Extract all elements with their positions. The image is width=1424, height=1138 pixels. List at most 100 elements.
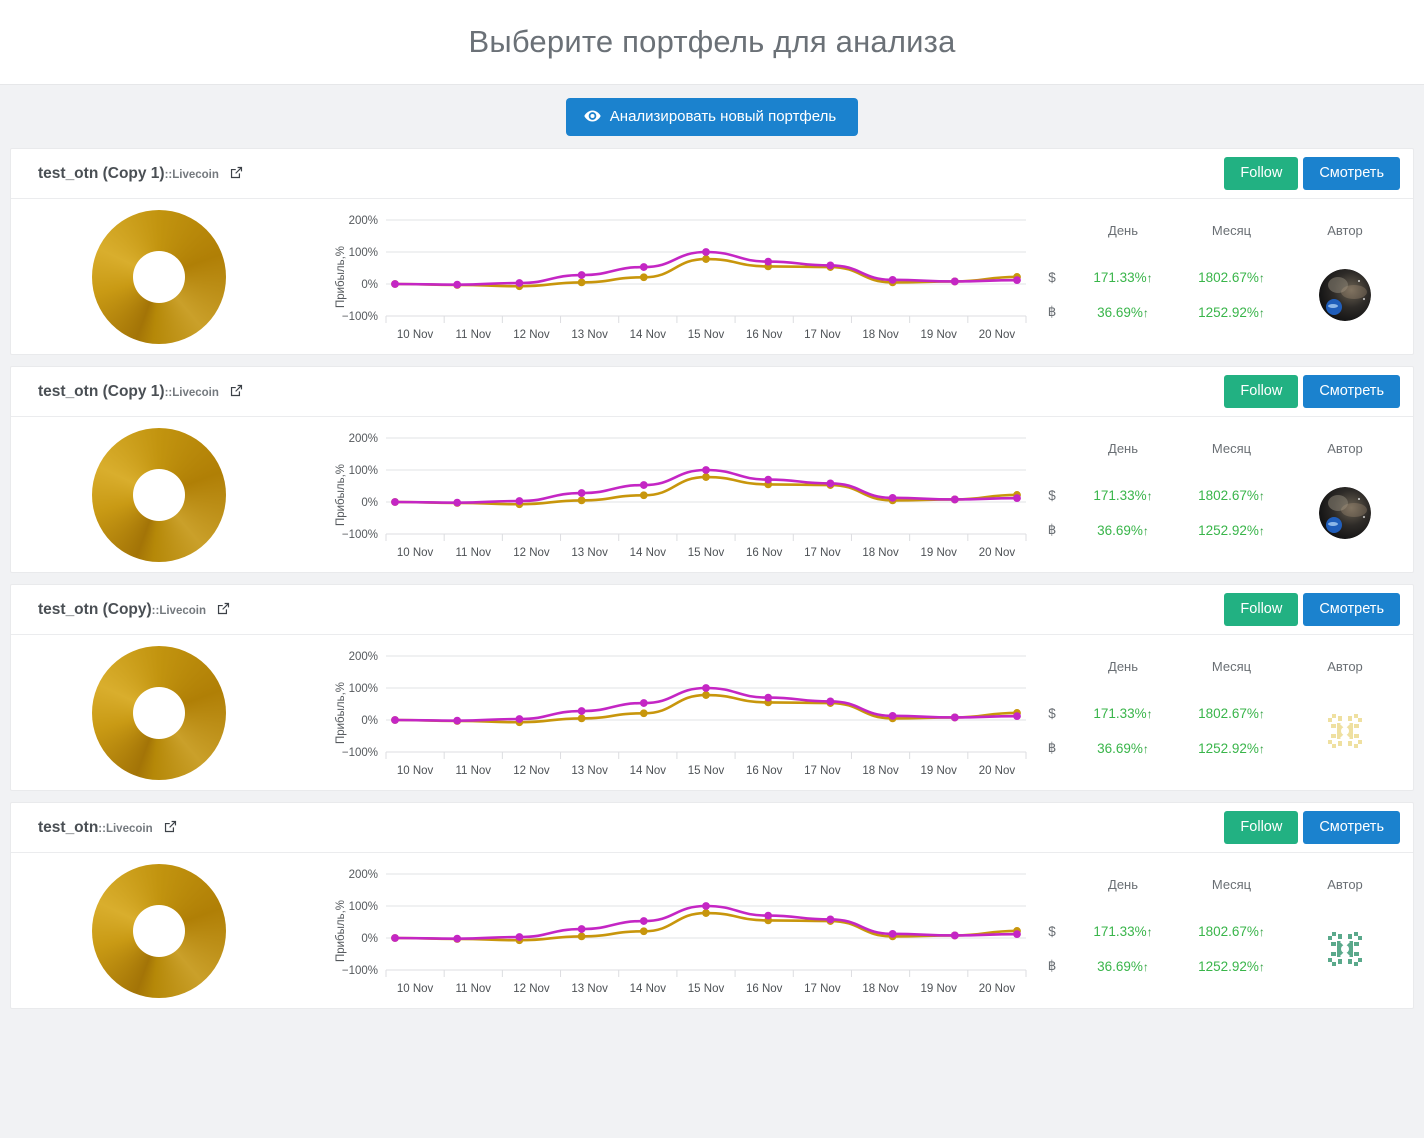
- portfolio-title: test_otn (Copy 1) ::Livecoin: [38, 165, 243, 183]
- profit-line-chart[interactable]: Прибыль,% 200% 100% 0% −100% 10 Nov 11 Nov 12 …: [306, 648, 1027, 778]
- btc-month-arrow-up-icon: ↑: [1258, 959, 1265, 974]
- svg-text:14 Nov: 14 Nov: [630, 329, 667, 341]
- watch-button[interactable]: Смотреть: [1303, 810, 1400, 845]
- card-actions: Follow Смотреть: [1224, 810, 1400, 845]
- stats-header-blank: [1032, 223, 1072, 260]
- stats-row-usd: $ 171.33%↑ 1802.67%↑: [1032, 260, 1401, 321]
- svg-text:12 Nov: 12 Nov: [513, 329, 550, 341]
- portfolio-name: test_otn (Copy): [38, 600, 152, 618]
- btc-month-change: 1252.92%↑: [1174, 512, 1289, 548]
- btc-month-value: 1252.92%: [1198, 304, 1259, 320]
- currency-usd-symbol: $: [1048, 269, 1056, 285]
- svg-text:18 Nov: 18 Nov: [862, 329, 899, 341]
- btc-day-arrow-up-icon: ↑: [1142, 741, 1149, 756]
- svg-text:11 Nov: 11 Nov: [455, 329, 491, 341]
- profit-line-chart[interactable]: Прибыль,% 200% 100% 0% −100% 10 Nov 11 Nov 12 …: [306, 430, 1027, 560]
- svg-text:19 Nov: 19 Nov: [921, 547, 958, 559]
- stats-header-row: День Месяц Автор: [1032, 877, 1401, 914]
- stats-header-month: Месяц: [1211, 877, 1252, 892]
- watch-button[interactable]: Смотреть: [1303, 592, 1400, 627]
- stats-header-month: Месяц: [1211, 659, 1252, 674]
- usd-month-arrow-up-icon: ↑: [1258, 270, 1265, 285]
- analyze-new-portfolio-button[interactable]: Анализировать новый портфель: [565, 97, 859, 136]
- portfolio-card: test_otn (Copy 1) ::Livecoin Follow Смот…: [10, 366, 1414, 573]
- profit-line-chart[interactable]: Прибыль,% 200% 100% 0% −100% 10 Nov 11 Nov 12 …: [306, 212, 1027, 342]
- follow-button[interactable]: Follow: [1224, 592, 1299, 627]
- portfolio-title: test_otn ::Livecoin: [38, 819, 177, 837]
- stats-header-row: День Месяц Автор: [1032, 223, 1401, 260]
- external-link-icon[interactable]: [230, 166, 243, 179]
- stats-row-usd: $ 171.33%↑ 1802.67%↑: [1032, 478, 1401, 539]
- watch-button[interactable]: Смотреть: [1303, 156, 1400, 191]
- svg-text:100%: 100%: [349, 683, 378, 695]
- svg-text:15 Nov: 15 Nov: [688, 329, 725, 341]
- svg-text:12 Nov: 12 Nov: [513, 547, 550, 559]
- currency-usd-symbol: $: [1048, 487, 1056, 503]
- svg-text:0%: 0%: [361, 279, 378, 291]
- card-header: test_otn (Copy) ::Livecoin Follow Смотре…: [11, 585, 1413, 635]
- btc-month-change: 1252.92%↑: [1174, 730, 1289, 766]
- author-cell: [1289, 260, 1401, 330]
- stats-header-blank: [1032, 441, 1072, 478]
- external-link-icon[interactable]: [217, 602, 230, 615]
- btc-month-arrow-up-icon: ↑: [1258, 305, 1265, 320]
- usd-month-arrow-up-icon: ↑: [1258, 706, 1265, 721]
- svg-text:10 Nov: 10 Nov: [397, 983, 434, 995]
- svg-text:17 Nov: 17 Nov: [804, 329, 841, 341]
- avatar[interactable]: [1319, 923, 1371, 975]
- external-link-icon[interactable]: [230, 384, 243, 397]
- svg-text:−100%: −100%: [342, 965, 378, 977]
- stats-table: День Месяц Автор $ 171.33%↑ 1802.67%↑ ฿ …: [1026, 659, 1401, 766]
- btc-day-change: 36.69%↑: [1072, 512, 1174, 548]
- portfolio-exchange: ::Livecoin: [164, 386, 219, 399]
- svg-text:15 Nov: 15 Nov: [688, 547, 725, 559]
- profit-line-chart[interactable]: Прибыль,% 200% 100% 0% −100% 10 Nov 11 Nov 12 …: [306, 866, 1027, 996]
- allocation-donut-chart[interactable]: [11, 863, 306, 998]
- currency-usd-symbol: $: [1048, 923, 1056, 939]
- btc-day-value: 36.69%: [1097, 958, 1143, 974]
- svg-text:17 Nov: 17 Nov: [804, 547, 841, 559]
- avatar[interactable]: [1319, 269, 1371, 321]
- svg-text:100%: 100%: [349, 901, 378, 913]
- svg-text:19 Nov: 19 Nov: [921, 329, 958, 341]
- usd-day-change: 171.33%↑: [1072, 914, 1174, 948]
- follow-button[interactable]: Follow: [1224, 156, 1299, 191]
- svg-text:10 Nov: 10 Nov: [397, 547, 434, 559]
- svg-text:0%: 0%: [361, 933, 378, 945]
- stats-row-usd: $ 171.33%↑ 1802.67%↑: [1032, 914, 1401, 975]
- external-link-icon[interactable]: [164, 820, 177, 833]
- svg-text:13 Nov: 13 Nov: [571, 329, 608, 341]
- btc-month-value: 1252.92%: [1198, 740, 1259, 756]
- svg-text:14 Nov: 14 Nov: [630, 765, 667, 777]
- author-cell: [1289, 914, 1401, 984]
- svg-text:20 Nov: 20 Nov: [979, 983, 1016, 995]
- svg-text:10 Nov: 10 Nov: [397, 329, 434, 341]
- follow-button[interactable]: Follow: [1224, 374, 1299, 409]
- usd-day-arrow-up-icon: ↑: [1146, 488, 1153, 503]
- stats-table: День Месяц Автор $ 171.33%↑ 1802.67%↑ ฿ …: [1026, 441, 1401, 548]
- btc-month-change: 1252.92%↑: [1174, 948, 1289, 984]
- card-header: test_otn (Copy 1) ::Livecoin Follow Смот…: [11, 367, 1413, 417]
- avatar[interactable]: [1319, 487, 1371, 539]
- svg-text:16 Nov: 16 Nov: [746, 765, 783, 777]
- watch-button[interactable]: Смотреть: [1303, 374, 1400, 409]
- stats-header-day: День: [1108, 223, 1139, 238]
- usd-month-arrow-up-icon: ↑: [1258, 488, 1265, 503]
- donut-slice-otn: [91, 427, 226, 562]
- svg-text:200%: 200%: [349, 869, 378, 881]
- svg-text:−100%: −100%: [342, 747, 378, 759]
- svg-text:16 Nov: 16 Nov: [746, 983, 783, 995]
- btc-day-change: 36.69%↑: [1072, 294, 1174, 330]
- allocation-donut-chart[interactable]: [11, 427, 306, 562]
- svg-text:17 Nov: 17 Nov: [804, 765, 841, 777]
- btc-month-value: 1252.92%: [1198, 522, 1259, 538]
- stats-header-blank: [1032, 877, 1072, 914]
- currency-usd-symbol: $: [1048, 705, 1056, 721]
- avatar[interactable]: [1319, 705, 1371, 757]
- svg-text:19 Nov: 19 Nov: [921, 765, 958, 777]
- follow-button[interactable]: Follow: [1224, 810, 1299, 845]
- stats-table: День Месяц Автор $ 171.33%↑ 1802.67%↑ ฿ …: [1026, 877, 1401, 984]
- allocation-donut-chart[interactable]: [11, 645, 306, 780]
- stats-header-blank: [1032, 659, 1072, 696]
- allocation-donut-chart[interactable]: [11, 209, 306, 344]
